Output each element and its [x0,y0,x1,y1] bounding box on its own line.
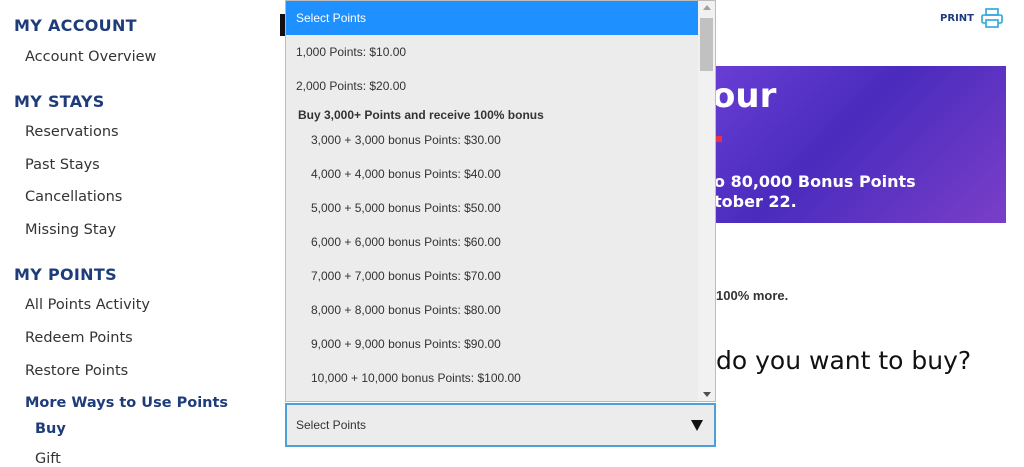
option-4000[interactable]: 4,000 + 4,000 bonus Points: $40.00 [286,157,699,191]
option-8000[interactable]: 8,000 + 8,000 bonus Points: $80.00 [286,293,699,327]
scroll-down-icon[interactable] [703,392,711,397]
scroll-thumb[interactable] [700,18,713,71]
promo-banner: our o 80,000 Bonus Points tober 22. [700,66,1006,223]
optgroup-label: Buy 3,000+ Points and receive 100% bonus [298,108,544,122]
section-title-my-points: MY POINTS [14,265,117,284]
sidebar-item-past-stays[interactable]: Past Stays [25,157,100,173]
banner-line-2: tober 22. [714,192,797,211]
printer-icon [980,8,1004,28]
bonus-description: 100% more. [716,288,789,303]
section-title-my-stays: MY STAYS [14,92,105,111]
option-9000[interactable]: 9,000 + 9,000 bonus Points: $90.00 [286,327,699,361]
option-5000[interactable]: 5,000 + 5,000 bonus Points: $50.00 [286,191,699,225]
option-3000[interactable]: 3,000 + 3,000 bonus Points: $30.00 [286,123,699,157]
dropdown-arrow-icon [691,420,703,431]
points-select[interactable]: Select Points [285,403,716,447]
points-dropdown-list[interactable]: Select Points 1,000 Points: $10.00 2,000… [285,0,716,402]
scroll-up-icon[interactable] [703,5,711,10]
sidebar-item-reservations[interactable]: Reservations [25,124,119,140]
option-7000[interactable]: 7,000 + 7,000 bonus Points: $70.00 [286,259,699,293]
sidebar-item-all-points-activity[interactable]: All Points Activity [25,297,150,313]
sidebar: MY ACCOUNT Account Overview MY STAYS Res… [0,0,270,467]
option-select-points[interactable]: Select Points [286,1,699,35]
select-value: Select Points [296,418,367,432]
sidebar-item-more-ways[interactable]: More Ways to Use Points [25,395,228,411]
option-6000[interactable]: 6,000 + 6,000 bonus Points: $60.00 [286,225,699,259]
sidebar-item-redeem-points[interactable]: Redeem Points [25,330,133,346]
option-10000[interactable]: 10,000 + 10,000 bonus Points: $100.00 [286,361,699,395]
option-1000[interactable]: 1,000 Points: $10.00 [286,35,699,69]
section-title-my-account: MY ACCOUNT [14,16,137,35]
banner-line-1: o 80,000 Bonus Points [714,172,916,191]
print-label: PRINT [940,12,974,24]
banner-headline: our [712,76,777,116]
sidebar-item-account-overview[interactable]: Account Overview [25,49,156,65]
sidebar-item-missing-stay[interactable]: Missing Stay [25,222,116,238]
sidebar-item-cancellations[interactable]: Cancellations [25,189,122,205]
sidebar-item-restore-points[interactable]: Restore Points [25,363,128,379]
dropdown-scrollbar[interactable] [698,1,715,401]
print-button[interactable]: PRINT [940,8,1004,28]
buy-question-heading: do you want to buy? [716,346,972,375]
option-2000[interactable]: 2,000 Points: $20.00 [286,69,699,103]
sidebar-subitem-buy[interactable]: Buy [35,421,66,437]
